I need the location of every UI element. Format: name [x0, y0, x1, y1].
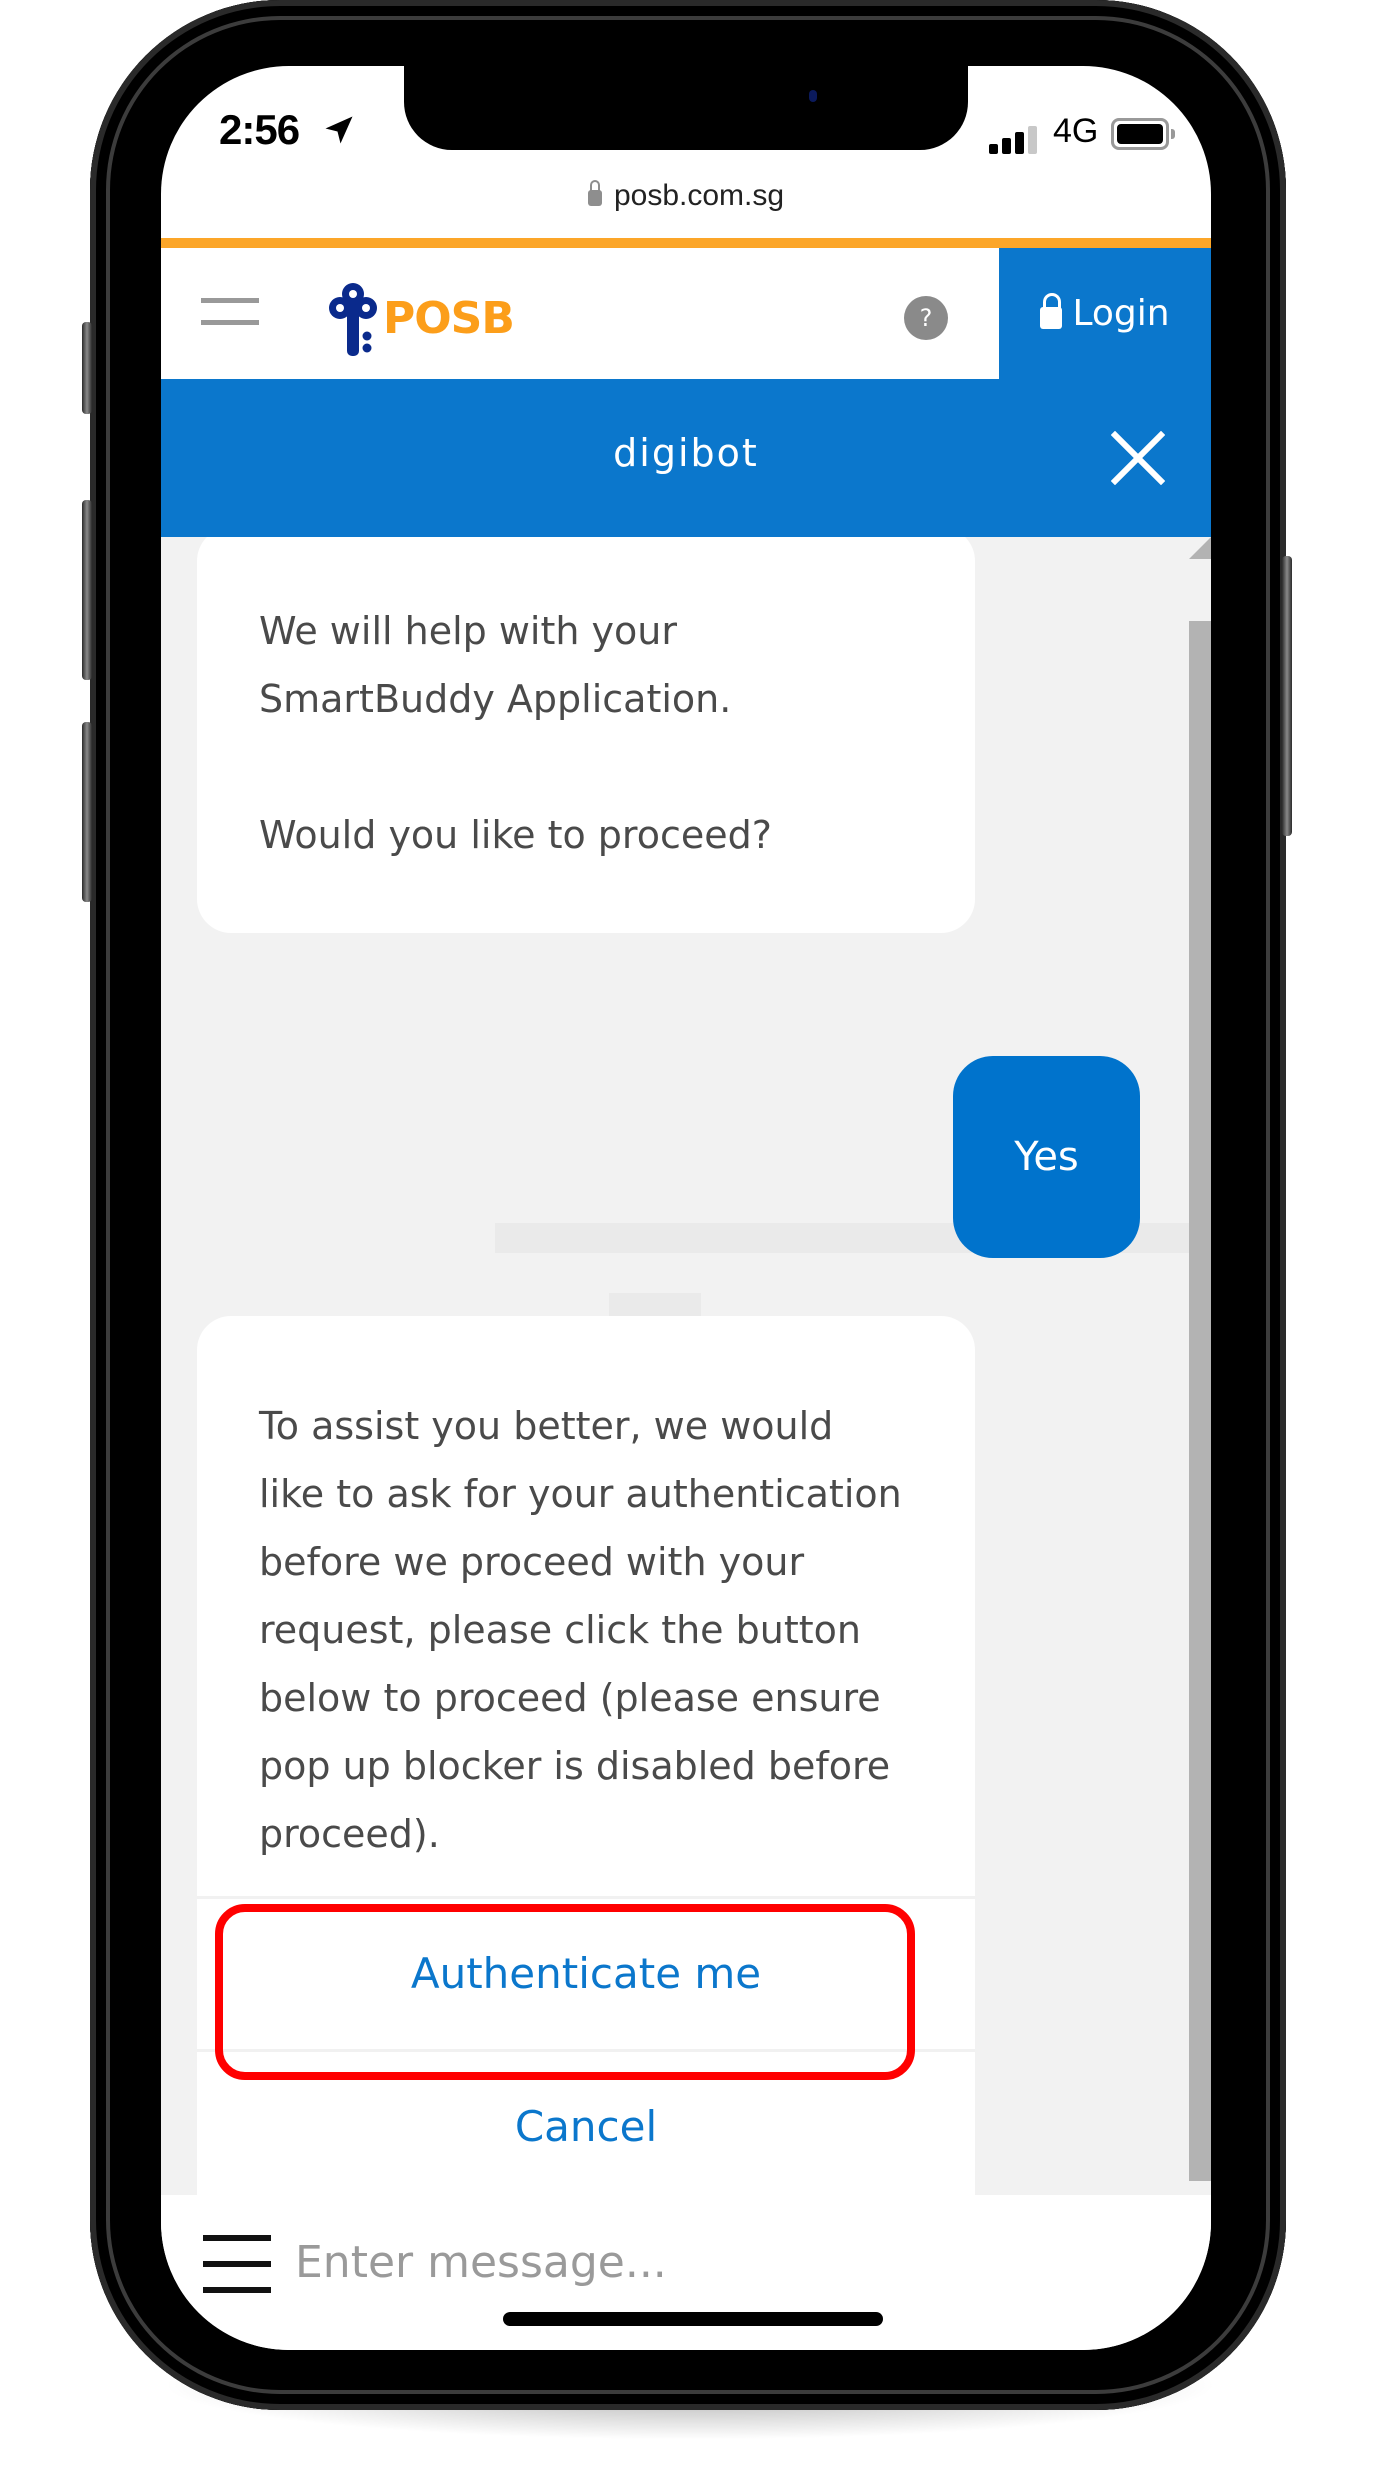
- posb-key-icon: [329, 283, 377, 356]
- site-menu-icon[interactable]: [201, 298, 259, 326]
- highlight-annotation: [215, 1904, 915, 2080]
- url-text: posb.com.sg: [613, 179, 785, 212]
- user-message-text: Yes: [1014, 1134, 1079, 1180]
- volume-up-button: [82, 500, 92, 680]
- scrollbar[interactable]: [1189, 537, 1211, 2195]
- login-button[interactable]: Login: [999, 248, 1211, 379]
- message-composer: [161, 2195, 1211, 2350]
- phone-screen: 2:56 4G posb.com.sg POSB ? Login digibot…: [161, 66, 1211, 2350]
- message-input[interactable]: [295, 2227, 1155, 2297]
- battery-icon: [1111, 118, 1175, 150]
- chat-header: digibot: [161, 379, 1211, 537]
- volume-down-button: [82, 722, 92, 902]
- site-header: POSB ? Login: [161, 248, 1211, 379]
- address-bar[interactable]: posb.com.sg: [161, 166, 1211, 226]
- signal-strength-icon: [989, 124, 1041, 154]
- secure-lock-icon: [587, 180, 602, 206]
- camera-icon: [809, 90, 817, 102]
- scrollbar-thumb[interactable]: [1189, 621, 1211, 2181]
- location-arrow-icon: [325, 116, 353, 144]
- login-label: Login: [1072, 293, 1170, 334]
- brand-accent-line: [161, 238, 1211, 248]
- padlock-icon: [1040, 292, 1063, 329]
- posb-logo[interactable]: POSB: [327, 278, 515, 358]
- bot-message-text: To assist you better, we would like to a…: [259, 1404, 902, 1856]
- silent-switch: [82, 322, 92, 414]
- bot-message-text: We will help with your SmartBuddy Applic…: [259, 609, 772, 857]
- chat-menu-icon[interactable]: [203, 2235, 271, 2293]
- bot-message: We will help with your SmartBuddy Applic…: [197, 537, 975, 933]
- chat-title: digibot: [613, 431, 759, 475]
- notch: [404, 66, 968, 150]
- user-message: Yes: [953, 1056, 1140, 1258]
- power-button: [1282, 556, 1292, 836]
- brand-name: POSB: [383, 292, 515, 344]
- help-icon[interactable]: ?: [904, 296, 948, 340]
- chat-transcript[interactable]: We will help with your SmartBuddy Applic…: [161, 537, 1211, 2195]
- network-type: 4G: [1053, 112, 1099, 150]
- home-indicator[interactable]: [503, 2312, 883, 2326]
- close-chat-icon[interactable]: [1111, 431, 1165, 485]
- scroll-up-arrow-icon[interactable]: [1189, 537, 1211, 559]
- status-time: 2:56: [219, 106, 300, 153]
